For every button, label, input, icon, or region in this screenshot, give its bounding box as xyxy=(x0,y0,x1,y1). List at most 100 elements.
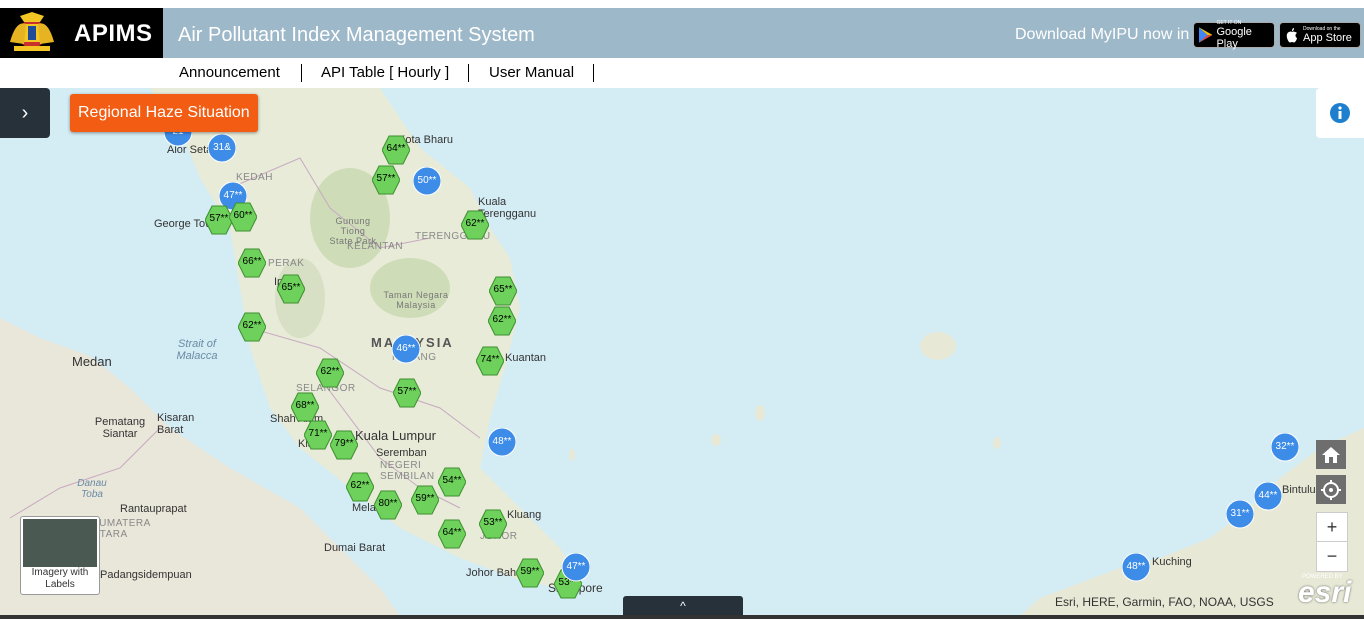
app-store-label: App Store xyxy=(1303,32,1352,44)
api-cluster-marker[interactable]: 48** xyxy=(1122,553,1150,583)
basemap-thumbnail xyxy=(23,519,97,567)
api-reading-label: 65** xyxy=(493,284,513,295)
sidebar-toggle-button[interactable]: › xyxy=(0,88,50,138)
api-cluster-marker[interactable]: 44** xyxy=(1254,482,1282,512)
top-gap xyxy=(0,0,1364,8)
nav-user-manual[interactable]: User Manual xyxy=(489,64,574,81)
city-label: Pematang Siantar xyxy=(94,416,146,440)
zoom-out-button[interactable]: − xyxy=(1316,541,1348,572)
api-reading-label: 48** xyxy=(1126,561,1146,572)
api-reading-label: 31** xyxy=(1230,508,1250,519)
api-station-marker[interactable]: 53** xyxy=(479,509,507,539)
api-reading-label: 57** xyxy=(376,173,396,184)
api-reading-label: 60** xyxy=(233,210,253,221)
api-reading-label: 32** xyxy=(1275,441,1295,452)
api-station-marker[interactable]: 57** xyxy=(393,378,421,408)
api-reading-label: 64** xyxy=(386,143,406,154)
system-title: Air Pollutant Index Management System xyxy=(178,24,535,46)
brand-name[interactable]: APIMS xyxy=(74,20,153,48)
api-station-marker[interactable]: 54** xyxy=(438,467,466,497)
collapse-panel-button[interactable]: ^ xyxy=(623,596,743,616)
api-cluster-marker[interactable]: 50** xyxy=(413,167,441,197)
home-button[interactable] xyxy=(1316,440,1346,469)
nav-api-table[interactable]: API Table [ Hourly ] xyxy=(321,64,449,81)
city-label: Rantauprapat xyxy=(120,503,187,515)
google-play-badge[interactable]: GET IT ON Google Play xyxy=(1193,20,1275,50)
city-label: Padangsidempuan xyxy=(100,569,192,581)
api-reading-label: 50** xyxy=(417,175,437,186)
water-label: Strait of Malacca xyxy=(176,338,218,362)
api-cluster-marker[interactable]: 48** xyxy=(488,428,516,458)
api-reading-label: 59** xyxy=(520,566,540,577)
api-station-marker[interactable]: 62** xyxy=(316,358,344,388)
api-reading-label: 71** xyxy=(308,428,328,439)
api-reading-label: 57** xyxy=(397,386,417,397)
api-station-marker[interactable]: 66** xyxy=(238,248,266,278)
city-label: Medan xyxy=(72,354,112,369)
api-reading-label: 62** xyxy=(350,480,370,491)
api-reading-label: 46** xyxy=(396,343,416,354)
water-label: Danau Toba xyxy=(77,478,107,500)
map-view[interactable]: Kota Bharu Kuala Terengganu Alor Setar G… xyxy=(0,88,1364,616)
api-cluster-marker[interactable]: 31** xyxy=(1226,500,1254,530)
api-station-marker[interactable]: 79** xyxy=(330,430,358,460)
api-reading-label: 62** xyxy=(242,320,262,331)
park-label: Taman Negara Malaysia xyxy=(383,290,449,310)
api-station-marker[interactable]: 64** xyxy=(382,135,410,165)
api-reading-label: 62** xyxy=(465,218,485,229)
nav-announcement[interactable]: Announcement xyxy=(179,64,280,81)
api-reading-label: 64** xyxy=(442,527,462,538)
api-cluster-marker[interactable]: 32** xyxy=(1271,433,1299,463)
api-reading-label: 62** xyxy=(320,366,340,377)
api-station-marker[interactable]: 74** xyxy=(476,346,504,376)
api-station-marker[interactable]: 57** xyxy=(372,165,400,195)
city-label: Seremban xyxy=(376,447,427,459)
region-label: PERAK xyxy=(268,258,305,269)
api-reading-label: 31& xyxy=(213,142,231,153)
chevron-up-icon: ^ xyxy=(680,599,686,613)
api-station-marker[interactable]: 62** xyxy=(461,210,489,240)
basemap-toggle[interactable]: Imagery with Labels xyxy=(20,516,100,595)
google-play-label: Google Play xyxy=(1216,26,1252,50)
api-station-marker[interactable]: 62** xyxy=(488,306,516,336)
bottom-bar xyxy=(0,615,1364,619)
api-reading-label: 54** xyxy=(442,475,462,486)
map-attribution: Esri, HERE, Garmin, FAO, NOAA, USGS xyxy=(1055,595,1274,609)
api-station-marker[interactable]: 62** xyxy=(346,472,374,502)
locate-button[interactable] xyxy=(1316,475,1346,504)
api-cluster-marker[interactable]: 46** xyxy=(392,335,420,365)
api-station-marker[interactable]: 59** xyxy=(411,485,439,515)
api-station-marker[interactable]: 62** xyxy=(238,312,266,342)
city-label: Bintulu xyxy=(1282,484,1316,496)
api-station-marker[interactable]: 60** xyxy=(229,202,257,232)
api-station-marker[interactable]: 80** xyxy=(374,490,402,520)
regional-haze-button[interactable]: Regional Haze Situation xyxy=(70,94,258,132)
api-station-marker[interactable]: 64** xyxy=(438,519,466,549)
api-station-marker[interactable]: 65** xyxy=(277,274,305,304)
api-reading-label: 66** xyxy=(242,256,262,267)
nav-divider xyxy=(468,64,469,82)
api-reading-label: 80** xyxy=(378,498,398,509)
info-button[interactable] xyxy=(1316,88,1364,138)
api-reading-label: 59** xyxy=(415,493,435,504)
api-station-marker[interactable]: 68** xyxy=(291,392,319,422)
api-station-marker[interactable]: 71** xyxy=(304,420,332,450)
park-label: Gunung Tiong State Park xyxy=(329,216,377,246)
basemap-label: Imagery with Labels xyxy=(31,567,89,590)
nav-bar: Announcement API Table [ Hourly ] User M… xyxy=(0,58,1364,88)
api-cluster-marker[interactable]: 47** xyxy=(562,553,590,583)
api-reading-label: 48** xyxy=(492,436,512,447)
chevron-right-icon: › xyxy=(21,101,29,124)
zoom-in-button[interactable]: + xyxy=(1316,512,1348,543)
region-label: NEGERI SEMBILAN xyxy=(380,460,435,482)
api-reading-label: 44** xyxy=(1258,490,1278,501)
api-cluster-marker[interactable]: 31& xyxy=(208,134,236,164)
api-reading-label: 47** xyxy=(566,561,586,572)
api-reading-label: 74** xyxy=(480,354,500,365)
api-station-marker[interactable]: 65** xyxy=(489,276,517,306)
api-station-marker[interactable]: 59** xyxy=(516,558,544,588)
api-reading-label: 53** xyxy=(483,517,503,528)
apple-icon xyxy=(1286,28,1297,43)
city-label: Kuching xyxy=(1152,556,1192,568)
app-store-badge[interactable]: Download on the App Store xyxy=(1279,22,1361,48)
